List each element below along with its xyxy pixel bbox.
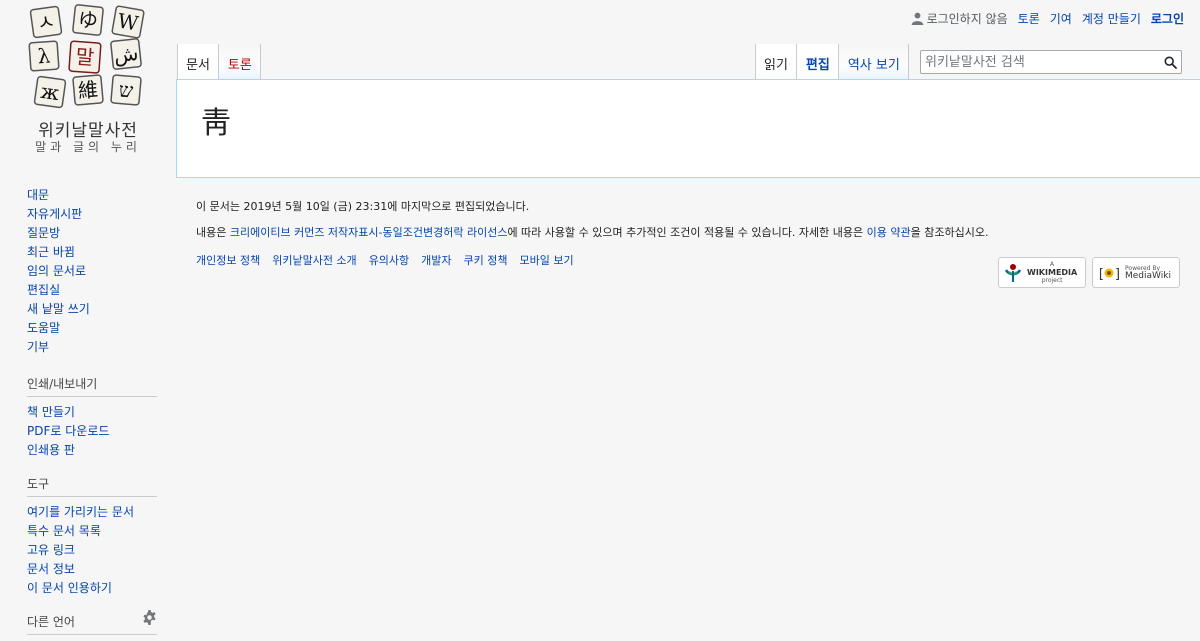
nav-village-pump[interactable]: 자유게시판 [27,207,82,221]
license-prefix: 내용은 [196,226,230,239]
mediawiki-logo-icon: [ ] [1097,267,1121,282]
nav-main-page[interactable]: 대문 [27,188,49,202]
tool-page-info[interactable]: 문서 정보 [27,562,75,576]
logo-tile-6: ش [113,41,140,67]
sidebar: 대문 자유게시판 질문방 최근 바뀜 임의 문서로 편집실 새 낱말 쓰기 도움… [0,180,176,641]
language-settings-button[interactable] [142,610,157,628]
logo-tile-1: ㅅ [35,9,57,35]
contributions-link[interactable]: 기여 [1050,10,1072,27]
content-area: 靑 [176,79,1200,178]
mediawiki-badge[interactable]: [ ] Powered By MediaWiki [1092,257,1180,288]
tab-edit[interactable]: 편집 [796,44,839,80]
footer-disclaimer-link[interactable]: 유의사항 [369,252,409,268]
namespace-tabs: 문서 토론 [177,44,261,80]
search-input[interactable] [921,52,1159,72]
wikimedia-logo-icon [1004,263,1022,282]
user-icon [911,12,923,25]
print-book-link[interactable]: 책 만들기 [27,405,75,419]
license-suffix: 을 참조하십시오. [910,226,989,239]
anon-user: 로그인하지 않음 [911,10,1008,27]
wikimedia-sub: project [1041,277,1063,284]
nav-help[interactable]: 도움말 [27,321,60,335]
footer-icons: A WIKIMEDIA project [ ] Powered By Media… [998,257,1180,288]
page-title: 靑 [201,106,231,141]
nav-random-page[interactable]: 임의 문서로 [27,264,86,278]
search-icon [1164,56,1177,69]
nav-donate[interactable]: 기부 [27,340,49,354]
nav-new-entry[interactable]: 새 낱말 쓰기 [27,302,90,316]
navigation-list: 대문 자유게시판 질문방 최근 바뀜 임의 문서로 편집실 새 낱말 쓰기 도움… [27,186,157,357]
sidebar-languages: 다른 언어 [27,610,157,635]
footer-developers-link[interactable]: 개발자 [421,252,451,268]
view-tabs: 읽기 편집 역사 보기 [755,44,909,80]
nav-editing-room[interactable]: 편집실 [27,283,60,297]
wikimedia-name: WIKIMEDIA [1027,268,1078,277]
sidebar-tools: 도구 여기를 가리키는 문서 특수 문서 목록 고유 링크 문서 정보 이 문서… [27,475,157,598]
terms-of-use-link[interactable]: 이용 약관 [867,226,911,239]
footer-copyright: 내용은 크리에이티브 커먼즈 저작자표시-동일조건변경허락 라이선스에 따라 사… [196,226,1186,240]
tab-history-label: 역사 보기 [847,58,900,73]
license-mid: 에 따라 사용할 수 있으며 추가적인 조건이 적용될 수 있습니다. 자세한 … [507,226,867,239]
sidebar-print-export: 인쇄/내보내기 책 만들기 PDF로 다운로드 인쇄용 판 [27,375,157,460]
tools-heading: 도구 [27,475,157,497]
tab-page[interactable]: 문서 [177,44,219,80]
logo-tile-8: 維 [77,77,99,103]
svg-text:]: ] [1114,267,1121,282]
logo-tile-9: ש [118,77,134,102]
search-button[interactable] [1159,51,1181,73]
languages-heading: 다른 언어 [27,610,157,635]
tab-read-label: 읽기 [764,58,788,73]
sidebar-navigation: 대문 자유게시판 질문방 최근 바뀜 임의 문서로 편집실 새 낱말 쓰기 도움… [27,186,157,357]
create-account-link[interactable]: 계정 만들기 [1082,10,1141,27]
tool-special-pages[interactable]: 특수 문서 목록 [27,524,101,538]
tab-read[interactable]: 읽기 [755,44,797,80]
tool-cite-page[interactable]: 이 문서 인용하기 [27,581,112,595]
personal-tools: 로그인하지 않음 토론 기여 계정 만들기 로그인 [911,10,1184,27]
tab-talk[interactable]: 토론 [218,44,261,80]
logo-tile-2: ゆ [77,7,99,33]
tool-what-links-here[interactable]: 여기를 가리키는 문서 [27,505,134,519]
tool-permanent-link[interactable]: 고유 링크 [27,543,75,557]
nav-help-desk[interactable]: 질문방 [27,226,60,240]
footer-mobile-view-link[interactable]: 모바일 보기 [520,252,574,268]
languages-heading-label: 다른 언어 [27,615,75,629]
logo-tile-5: 말 [75,44,95,69]
tab-talk-label: 토론 [227,58,252,73]
personal-talk-link[interactable]: 토론 [1018,10,1040,27]
tab-history[interactable]: 역사 보기 [838,44,909,80]
wikimedia-small: A [1050,261,1055,268]
tab-page-label: 문서 [186,58,210,73]
tools-list: 여기를 가리키는 문서 특수 문서 목록 고유 링크 문서 정보 이 문서 인용… [27,503,157,598]
logo-tagline: 말과 글의 누리 [35,140,141,154]
tab-edit-label: 편집 [805,58,830,73]
footer-privacy-link[interactable]: 개인정보 정책 [196,252,260,268]
print-printable-link[interactable]: 인쇄용 판 [27,443,75,457]
login-link[interactable]: 로그인 [1151,10,1184,27]
print-export-heading: 인쇄/내보내기 [27,375,157,397]
nav-recent-changes[interactable]: 최근 바뀜 [27,245,75,259]
svg-text:[: [ [1097,267,1105,282]
site-logo[interactable]: ㅅ ゆ W λ 말 ش ж 維 ש 위키날말사전 말과 글의 누리 [24,4,152,156]
gear-icon [143,610,156,625]
footer-cookie-link[interactable]: 쿠키 정책 [464,252,508,268]
wikimedia-badge[interactable]: A WIKIMEDIA project [998,257,1086,288]
logo-tile-4: λ [37,44,52,69]
logo-tiles: ㅅ ゆ W λ 말 ش ж 維 ש [28,4,145,109]
search-box [920,50,1182,74]
print-pdf-link[interactable]: PDF로 다운로드 [27,424,109,438]
license-link[interactable]: 크리에이티브 커먼즈 저작자표시-동일조건변경허락 라이선스 [230,226,508,239]
footer-about-link[interactable]: 위키낱말사전 소개 [272,252,356,268]
mediawiki-name: MediaWiki [1125,270,1171,281]
footer-lastmod: 이 문서는 2019년 5월 10일 (금) 23:31에 마지막으로 편집되었… [196,200,530,213]
print-export-list: 책 만들기 PDF로 다운로드 인쇄용 판 [27,403,157,460]
anon-label: 로그인하지 않음 [926,12,1008,26]
